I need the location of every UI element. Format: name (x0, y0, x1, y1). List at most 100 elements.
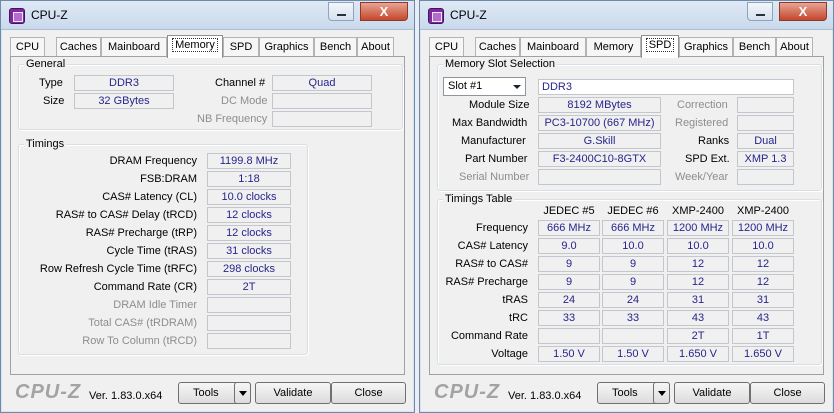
timings-cell (602, 328, 664, 344)
timings-row-label: RAS# Precharge (445, 276, 528, 288)
tab-label: CPU (15, 41, 40, 53)
timings-cell: 9 (538, 274, 600, 290)
channel-value: Quad (272, 75, 372, 91)
minimize-button[interactable] (747, 2, 773, 21)
cpuz-logo: CPU-Z (434, 381, 501, 403)
tab-label: Mainboard (108, 41, 160, 53)
timings-cell: 24 (538, 292, 600, 308)
type-label: Type (39, 77, 63, 89)
timings-cell: 31 (732, 292, 794, 308)
dc-mode-label: DC Mode (221, 95, 268, 107)
tab-spd[interactable]: SPD (223, 37, 259, 57)
tab-label: Memory (172, 38, 218, 52)
tab-bench[interactable]: Bench (314, 37, 357, 57)
timings-column-header: XMP-2400 (672, 205, 724, 217)
tab-mainboard[interactable]: Mainboard (520, 37, 586, 57)
timings-group: Timings DRAM Frequency 1199.8 MHz FSB:DRAM… (18, 138, 308, 355)
tab-caches[interactable]: Caches (56, 37, 101, 57)
chevron-down-icon (513, 85, 521, 89)
tab-cpu[interactable]: CPU (429, 37, 464, 57)
tab-spd[interactable]: SPD (641, 35, 679, 58)
tools-dropdown-arrow-icon[interactable] (234, 382, 251, 404)
slot-select[interactable]: Slot #1 (443, 77, 526, 96)
tools-dropdown-arrow-icon[interactable] (653, 382, 670, 404)
timings-cell: 666 MHz (602, 220, 664, 236)
close-window-button[interactable]: X (360, 2, 408, 21)
close-button[interactable]: Close (750, 382, 825, 404)
group-legend: Timings (24, 138, 67, 150)
timings-cell: 10.0 (667, 238, 729, 254)
timings-row-label: Voltage (491, 348, 528, 360)
timings-cell: 1.50 V (538, 346, 600, 362)
tab-bench[interactable]: Bench (733, 37, 776, 57)
manufacturer-value: G.Skill (538, 133, 661, 149)
registered-value (737, 115, 794, 131)
validate-button[interactable]: Validate (674, 382, 750, 404)
timings-cell: 10.0 (732, 238, 794, 254)
tab-graphics[interactable]: Graphics (259, 37, 314, 57)
tab-mainboard[interactable]: Mainboard (101, 37, 167, 57)
timings-cell: 43 (732, 310, 794, 326)
timings-cell: 1200 MHz (732, 220, 794, 236)
group-legend: Memory Slot Selection (443, 58, 558, 70)
timings-cell: 1.650 V (732, 346, 794, 362)
spd-ext-value: XMP 1.3 (737, 151, 794, 167)
max-bandwidth-label: Max Bandwidth (452, 117, 528, 129)
tab-label: Bench (738, 41, 771, 53)
minimize-button[interactable] (328, 2, 354, 21)
part-number-value: F3-2400C10-8GTX (538, 151, 661, 167)
timing-label: Cycle Time (tRAS) (106, 245, 197, 257)
spd-page: Memory Slot Selection Slot #1 DDR3 Modul… (429, 56, 824, 375)
module-size-value: 8192 MBytes (538, 97, 661, 113)
memory-slot-selection-group: Memory Slot Selection Slot #1 DDR3 Modul… (437, 58, 822, 191)
size-value: 32 GBytes (74, 93, 174, 109)
cpuz-window-spd: CPU-Z X CPU Caches Mainboard Memory SPD … (419, 0, 834, 413)
tab-memory[interactable]: Memory (586, 37, 641, 57)
timings-row-label: Frequency (476, 222, 528, 234)
timings-cell: 43 (667, 310, 729, 326)
timing-label: RAS# Precharge (tRP) (85, 227, 197, 239)
tab-graphics[interactable]: Graphics (679, 37, 733, 57)
close-button[interactable]: Close (331, 382, 406, 404)
validate-button[interactable]: Validate (255, 382, 331, 404)
tab-caches[interactable]: Caches (475, 37, 520, 57)
type-value: DDR3 (74, 75, 174, 91)
timings-cell: 9 (602, 256, 664, 272)
tab-about[interactable]: About (357, 37, 394, 57)
timing-label: DRAM Idle Timer (113, 299, 197, 311)
timings-cell: 12 (667, 256, 729, 272)
timing-value (207, 333, 291, 349)
tab-label: SPD (229, 41, 253, 53)
timings-cell: 9 (602, 274, 664, 290)
tab-about[interactable]: About (776, 37, 813, 57)
registered-label: Registered (675, 117, 729, 129)
timings-cell: 9.0 (538, 238, 600, 254)
timings-cell: 1.650 V (667, 346, 729, 362)
tab-label: Caches (478, 41, 517, 53)
slot-select-value: Slot #1 (448, 80, 483, 92)
tab-cpu[interactable]: CPU (10, 37, 45, 57)
tab-memory[interactable]: Memory (167, 35, 223, 58)
tab-label: About (361, 41, 390, 53)
tools-label: Tools (612, 387, 638, 399)
timings-cell: 31 (667, 292, 729, 308)
nb-frequency-value (272, 111, 372, 127)
timings-row-label: Command Rate (450, 330, 528, 342)
timings-cell: 12 (732, 256, 794, 272)
ranks-label: Ranks (698, 135, 730, 147)
timings-cell: 12 (667, 274, 729, 290)
tab-label: Graphics (264, 41, 309, 53)
tab-label: Caches (59, 41, 98, 53)
tab-label: Bench (319, 41, 352, 53)
close-window-button[interactable]: X (779, 2, 827, 21)
timing-label: CAS# Latency (CL) (102, 191, 197, 203)
tools-label: Tools (193, 387, 219, 399)
tab-label: CPU (434, 41, 459, 53)
week-year-value (737, 169, 794, 185)
nb-frequency-label: NB Frequency (197, 113, 268, 125)
timing-label: DRAM Frequency (109, 155, 197, 167)
timings-cell: 2T (667, 328, 729, 344)
timing-value: 298 clocks (207, 261, 291, 277)
correction-label: Correction (677, 99, 728, 111)
timing-label: RAS# to CAS# Delay (tRCD) (55, 209, 197, 221)
